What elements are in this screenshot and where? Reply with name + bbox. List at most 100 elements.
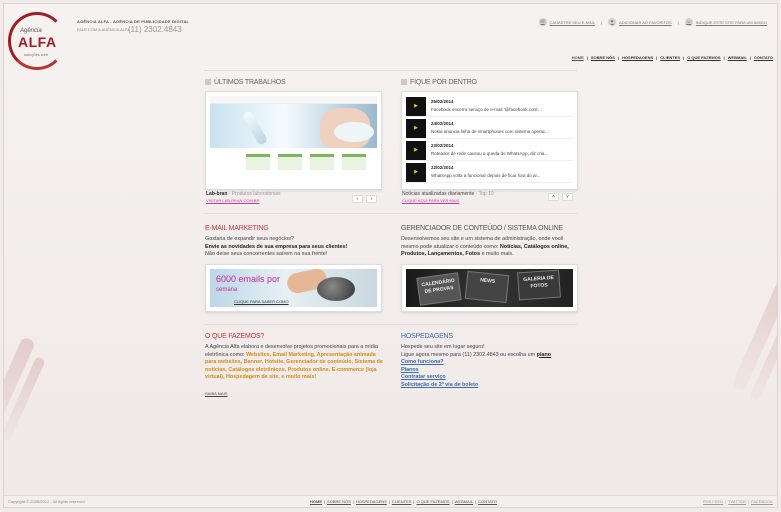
what-we-do-more-link[interactable]: SAIBA MAIS (205, 391, 227, 396)
news-pager: ˄ ˅ (548, 193, 573, 201)
works-title-text: ÚLTIMOS TRABALHOS (214, 79, 286, 86)
heart-icon: ♥ (608, 18, 617, 26)
phone-label: FALE COM A AGÊNCIA ALFA (77, 27, 130, 32)
preview-banner (210, 104, 377, 148)
works-desc: - Produtos laboratoriais (228, 191, 281, 197)
nav-separator: | (683, 55, 685, 60)
cms-card: NEWS (464, 270, 510, 304)
hosting-title: HOSPEDAGENS (401, 333, 453, 340)
recommend-label: INDIQUE ESTE SITE PARA UM AMIGO (695, 19, 767, 25)
cms-banner-image: CALENDÁRIO DE PROVAS NEWS GALERIA DE FOT… (406, 269, 573, 307)
cms-text-c: e muito mais. (480, 251, 514, 258)
recommend-link[interactable]: ☺ INDIQUE ESTE SITE PARA UM AMIGO (684, 18, 767, 26)
hosting-how-link[interactable]: Como funciona? (401, 359, 444, 365)
news-item[interactable]: ▶ 25/02/2014 Facebook encerra serviço de… (406, 96, 573, 117)
footer-social: RSS FEED | TWITTER | FACEBOOK (703, 499, 773, 504)
footer-nav-about[interactable]: SOBRE NÓS (327, 499, 351, 504)
cms-card: CALENDÁRIO DE PROVAS (416, 272, 462, 306)
rss-link[interactable]: RSS FEED (703, 499, 723, 504)
email-marketing-line1: Gostaria de expandir seus negócios? (205, 236, 295, 242)
cms-title: GERENCIADOR DE CONTEÚDO / SISTEMA ONLINE (401, 225, 563, 232)
section-icon (205, 79, 211, 86)
email-banner-cta[interactable]: CLIQUE PARA SABER COMO (234, 299, 289, 304)
divider (204, 70, 577, 71)
logo-sub-text: soluções web (24, 52, 49, 57)
test-tube-image (241, 109, 269, 147)
news-thumb-icon: ▶ (406, 141, 426, 160)
nav-what-we-do[interactable]: O QUE FAZEMOS (687, 55, 720, 60)
section-icon (401, 79, 407, 86)
preview-box (246, 154, 270, 170)
nav-clients[interactable]: CLIENTES (660, 55, 680, 60)
works-client: Lab-bran (206, 191, 228, 197)
cms-card: GALERIA DE FOTOS (517, 269, 561, 301)
news-date: 22/02/2014 (431, 165, 454, 170)
twitter-link[interactable]: TWITTER (728, 499, 746, 504)
news-date: 23/02/2014 (431, 143, 454, 148)
news-headline: WhatsApp volta a funcionar depois de fic… (431, 173, 541, 178)
nav-about[interactable]: SOBRE NÓS (591, 55, 615, 60)
facebook-link[interactable]: FACEBOOK (751, 499, 773, 504)
logo[interactable]: Agência ALFA soluções web (6, 8, 68, 72)
email-banner-small: semana (216, 287, 238, 293)
add-favorites-link[interactable]: ♥ ADICIONAR AO FAVORITOS (608, 18, 672, 26)
preview-box (278, 154, 302, 170)
email-banner-image: 6000 emails por semana CLIQUE PARA SABER… (210, 267, 377, 307)
scroll-up-icon[interactable]: ˄ (548, 193, 559, 201)
cms-banner[interactable]: CALENDÁRIO DE PROVAS NEWS GALERIA DE FOT… (401, 264, 578, 312)
nav-home[interactable]: HOME (572, 55, 584, 60)
email-banner-text: 6000 emails por semana (216, 275, 280, 295)
prev-arrow-icon[interactable]: ‹ (352, 195, 363, 203)
preview-box (310, 154, 334, 170)
footer-nav-webmail[interactable]: WEBMAIL (455, 499, 473, 504)
works-visit-link[interactable]: VISITAR LAB-BRAN.COM.BR (206, 198, 260, 203)
copyright: Copyright © 2005/2012 - All rights reser… (8, 499, 85, 504)
mask-image (334, 122, 374, 142)
header-links: ✉ CADASTRE SEU E-MAIL | ♥ ADICIONAR AO F… (538, 18, 767, 26)
news-thumb-icon: ▶ (406, 163, 426, 182)
nav-contact[interactable]: CONTATO (754, 55, 773, 60)
hosting-plan-link[interactable]: plano (537, 352, 551, 358)
footer-nav-separator: | (388, 499, 390, 504)
email-marketing-title: E-MAIL MARKETING (205, 225, 269, 232)
preview-boxes (246, 154, 366, 170)
footer-social-separator: | (747, 499, 749, 504)
news-item[interactable]: ▶ 24/02/2014 Nokia anuncia linha de smar… (406, 118, 573, 139)
cms-text: Desenvolvemos seu site e um sistema de a… (401, 236, 579, 259)
hosting-boleto-link[interactable]: Solicitação de 2ª via de boleto (401, 382, 478, 388)
footer-nav-separator: | (475, 499, 477, 504)
what-we-do-title: O QUE FAZEMOS? (205, 333, 265, 340)
page-frame: Agência ALFA soluções web AGÊNCIA ALFA -… (3, 3, 778, 508)
divider (204, 324, 577, 325)
footer-nav-home[interactable]: HOME (310, 499, 322, 504)
footer-nav-contact[interactable]: CONTATO (478, 499, 497, 504)
news-more-link[interactable]: CLIQUE AQUI PARA VER MAIS (402, 198, 459, 203)
scroll-down-icon[interactable]: ˅ (562, 193, 573, 201)
footer-nav-hosting[interactable]: HOSPEDAGENS (356, 499, 387, 504)
news-date: 25/02/2014 (431, 99, 454, 104)
hosting-contract-link[interactable]: Contratar serviço (401, 374, 446, 380)
footer-nav-clients[interactable]: CLIENTES (392, 499, 412, 504)
header-separator: | (601, 19, 603, 25)
nav-separator: | (723, 55, 725, 60)
news-thumb-icon: ▶ (406, 97, 426, 116)
what-we-do-text: A Agência Alfa elabora e desenvolve proj… (205, 344, 383, 382)
header-separator: | (677, 19, 679, 25)
nav-hosting[interactable]: HOSPEDAGENS (622, 55, 653, 60)
news-title: FIQUE POR DENTRO (401, 79, 477, 86)
preview-box (342, 154, 366, 170)
news-item[interactable]: ▶ 22/02/2014 WhatsApp volta a funcionar … (406, 162, 573, 183)
news-title-text: FIQUE POR DENTRO (410, 79, 477, 86)
next-arrow-icon[interactable]: › (366, 195, 377, 203)
news-footer-sub: - Top 10 (475, 191, 494, 197)
news-item[interactable]: ▶ 23/02/2014 Roteador de rede causou a q… (406, 140, 573, 161)
signup-email-link[interactable]: ✉ CADASTRE SEU E-MAIL (538, 18, 595, 26)
footer-nav-what-we-do[interactable]: O QUE FAZEMOS (416, 499, 449, 504)
envelope-icon: ✉ (538, 18, 547, 26)
works-pager: ‹ › (352, 195, 377, 203)
email-marketing-banner[interactable]: 6000 emails por semana CLIQUE PARA SABER… (205, 264, 382, 312)
hosting-plans-link[interactable]: Planos (401, 367, 419, 373)
news-headline: Roteador de rede causou a queda do Whats… (431, 151, 549, 156)
works-preview[interactable] (205, 91, 382, 190)
nav-webmail[interactable]: WEBMAIL (728, 55, 747, 60)
